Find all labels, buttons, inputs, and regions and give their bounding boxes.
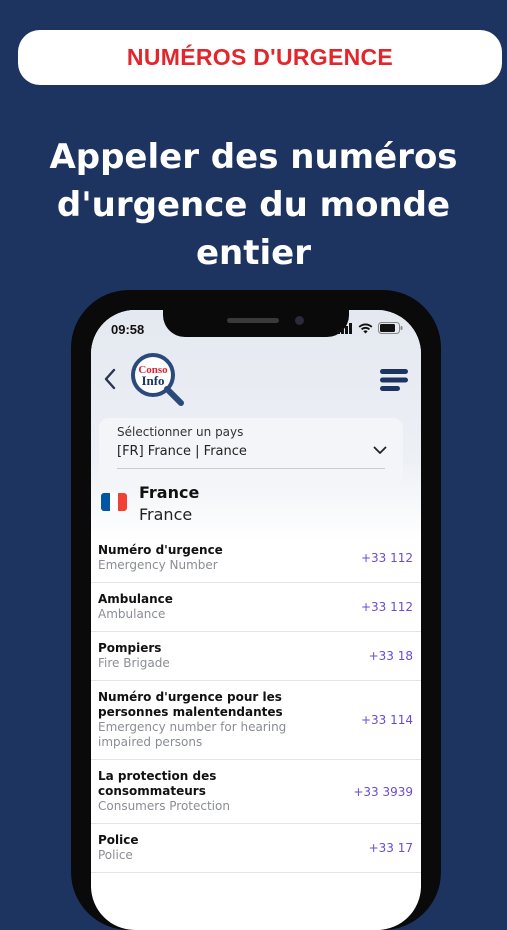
chevron-down-icon[interactable] [373,446,387,455]
status-icons [337,322,403,334]
phone-number-link[interactable]: +33 3939 [353,785,413,799]
row-subtitle: Police [98,848,133,862]
phone-screen: 09:58 Conso Info Sélectionner un pays [F… [91,310,421,930]
country-local-name: France [139,505,193,524]
banner-label: NUMÉROS D'URGENCE [126,44,394,70]
headline: Appeler des numéros d'urgence du monde e… [0,133,507,277]
row-subtitle: Fire Brigade [98,656,170,670]
row-title: Police [98,833,139,847]
row-subtitle: Emergency number for hearing impaired pe… [98,720,287,749]
speaker-grille [227,318,279,323]
headline-line-1: Appeler des numéros [49,137,458,177]
row-title: Numéro d'urgence [98,543,223,557]
row-subtitle: Ambulance [98,607,166,621]
phone-number-link[interactable]: +33 18 [369,649,413,663]
country-name: France [139,483,200,502]
phone-number-link[interactable]: +33 112 [361,600,413,614]
list-item-hearing-impaired[interactable]: Numéro d'urgence pour les personnes male… [91,681,421,760]
wifi-icon [358,323,373,333]
phone-notch [163,310,349,337]
row-title: Numéro d'urgence pour les personnes male… [98,690,283,719]
conso-info-logo: Conso Info [131,353,184,406]
signal-icon [337,322,352,334]
front-camera [295,316,304,325]
battery-icon [378,322,403,334]
title-banner: NUMÉROS D'URGENCE [18,30,502,85]
list-item-emergency[interactable]: Numéro d'urgence Emergency Number +33 11… [91,534,421,583]
phone-number-link[interactable]: +33 17 [369,841,413,855]
selector-underline [117,468,385,469]
row-subtitle: Emergency Number [98,558,218,572]
list-item-police[interactable]: Police Police +33 17 [91,824,421,873]
row-title: La protection des consommateurs [98,769,217,798]
emergency-number-list: Numéro d'urgence Emergency Number +33 11… [91,534,421,873]
list-item-ambulance[interactable]: Ambulance Ambulance +33 112 [91,583,421,632]
hamburger-menu-icon [380,369,408,391]
chevron-left-icon [104,368,116,390]
svg-text:Info: Info [141,373,164,388]
france-flag-icon [101,493,127,511]
row-title: Ambulance [98,592,173,606]
row-title: Pompiers [98,641,162,655]
status-time: 09:58 [111,322,145,337]
row-subtitle: Consumers Protection [98,799,230,813]
list-item-fire-brigade[interactable]: Pompiers Fire Brigade +33 18 [91,632,421,681]
country-selector[interactable]: Sélectionner un pays [FR] France | Franc… [99,418,403,486]
headline-line-2: d'urgence du monde entier [56,185,451,273]
country-selector-label: Sélectionner un pays [117,425,244,439]
country-selector-value[interactable]: [FR] France | France [117,444,247,459]
back-button[interactable] [103,368,117,394]
list-item-consumer-protection[interactable]: La protection des consommateurs Consumer… [91,760,421,824]
phone-number-link[interactable]: +33 112 [361,551,413,565]
phone-number-link[interactable]: +33 114 [361,713,413,727]
menu-button[interactable] [379,367,409,397]
